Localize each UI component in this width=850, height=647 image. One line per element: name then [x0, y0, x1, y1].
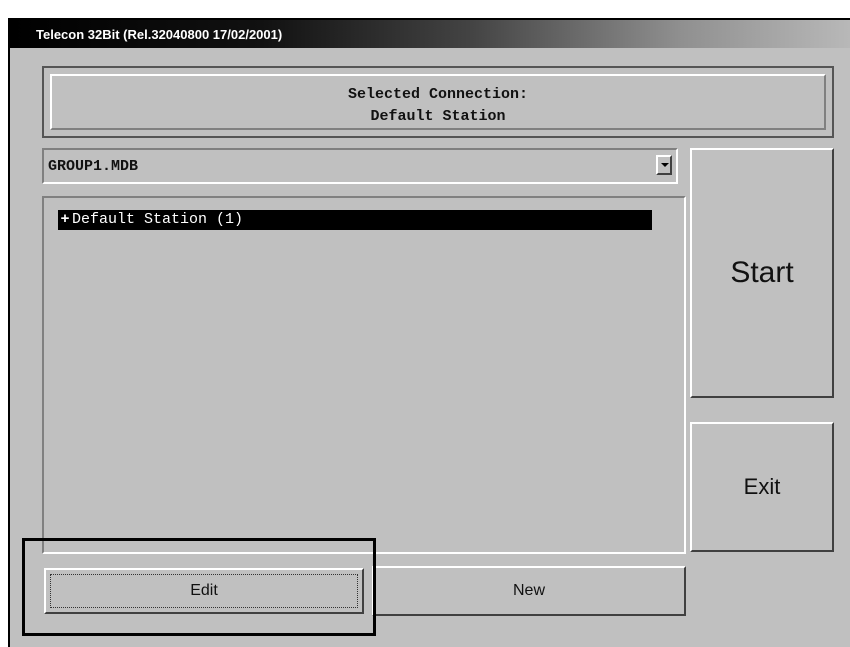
chevron-down-icon[interactable]: [656, 155, 672, 175]
new-button[interactable]: New: [372, 566, 686, 616]
exit-button[interactable]: Exit: [690, 422, 834, 552]
selected-connection-inner: Selected Connection: Default Station: [50, 74, 826, 130]
database-select-value: GROUP1.MDB: [48, 158, 139, 175]
tree-item-label: Default Station (1): [72, 211, 244, 228]
expand-icon[interactable]: +: [58, 210, 72, 230]
highlight-box: [22, 538, 376, 636]
title-bar[interactable]: Telecon 32Bit (Rel.32040800 17/02/2001): [10, 20, 850, 48]
station-tree[interactable]: + Default Station (1): [42, 196, 686, 554]
database-select[interactable]: GROUP1.MDB: [42, 148, 678, 184]
tree-item-default-station[interactable]: + Default Station (1): [58, 210, 652, 230]
window-title: Telecon 32Bit (Rel.32040800 17/02/2001): [36, 27, 283, 42]
selected-connection-value: Default Station: [370, 108, 506, 125]
selected-connection-panel: Selected Connection: Default Station: [42, 66, 834, 138]
selected-connection-label: Selected Connection:: [347, 86, 529, 103]
start-button[interactable]: Start: [690, 148, 834, 398]
